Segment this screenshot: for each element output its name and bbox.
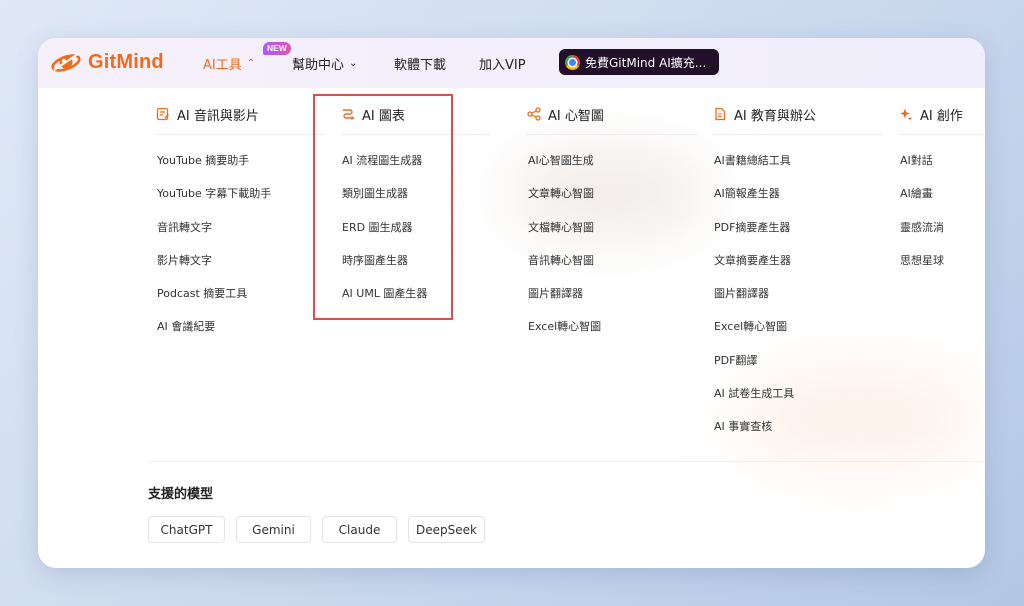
column-header: AI 心智圖 bbox=[527, 104, 697, 124]
model-chip[interactable]: ChatGPT bbox=[148, 516, 225, 543]
column-audio-video: AI 音訊與影片 YouTube 摘要助手 YouTube 字幕下載助手 音訊轉… bbox=[156, 104, 326, 333]
models-title: 支援的模型 bbox=[148, 487, 214, 502]
highlight-box bbox=[313, 94, 453, 320]
chrome-icon bbox=[565, 54, 580, 70]
column-divider bbox=[156, 134, 326, 135]
column-divider bbox=[713, 134, 883, 135]
menu-item[interactable]: Excel轉心智圖 bbox=[528, 319, 601, 352]
menu-item[interactable]: 思想星球 bbox=[900, 253, 944, 286]
nav-vip[interactable]: 加入VIP bbox=[479, 54, 526, 73]
nav-ai-tools[interactable]: AI工具 ⌃ bbox=[203, 54, 255, 73]
menu-item[interactable]: AI 事實查核 bbox=[714, 419, 794, 452]
column-header: AI 創作 bbox=[899, 104, 985, 124]
column-title: AI 音訊與影片 bbox=[177, 108, 259, 124]
column-header: AI 音訊與影片 bbox=[156, 104, 326, 124]
column-header: AI 教育與辦公 bbox=[713, 104, 883, 124]
chrome-extension-button[interactable]: 免費GitMind AI擴充... bbox=[559, 49, 719, 75]
menu-item[interactable]: 影片轉文字 bbox=[157, 253, 271, 286]
menu-item[interactable]: 文檔轉心智圖 bbox=[528, 220, 601, 253]
menu-item[interactable]: AI 試卷生成工具 bbox=[714, 386, 794, 419]
menu-item[interactable]: Excel轉心智圖 bbox=[714, 319, 794, 352]
document-icon bbox=[715, 107, 726, 121]
column-divider bbox=[899, 134, 985, 135]
nav-help-center[interactable]: 幫助中心 ⌄ bbox=[292, 54, 357, 73]
column-mindmap: AI 心智圖 AI心智圖生成 文章轉心智圖 文檔轉心智圖 音訊轉心智圖 圖片翻譯… bbox=[527, 104, 697, 333]
menu-item[interactable]: PDF摘要產生器 bbox=[714, 220, 794, 253]
new-badge: NEW bbox=[263, 42, 291, 55]
nav-ai-tools-label: AI工具 bbox=[203, 58, 242, 73]
column-creation: AI 創作 AI對話 AI繪畫 靈感流淌 思想星球 bbox=[899, 104, 985, 267]
top-nav: GitMind AI工具 ⌃ NEW 幫助中心 ⌄ 軟體下載 加入VIP 免費G… bbox=[38, 38, 985, 88]
edit-doc-icon bbox=[156, 107, 169, 121]
menu-item[interactable]: 圖片翻譯器 bbox=[714, 286, 794, 319]
sparkle-icon bbox=[900, 108, 912, 121]
chevron-up-icon: ⌃ bbox=[246, 57, 256, 69]
gitmind-logo-icon bbox=[50, 48, 84, 76]
menu-item[interactable]: AI心智圖生成 bbox=[528, 153, 601, 186]
menu-item[interactable]: Podcast 摘要工具 bbox=[157, 286, 271, 319]
dropdown-panel: GitMind AI工具 ⌃ NEW 幫助中心 ⌄ 軟體下載 加入VIP 免費G… bbox=[38, 38, 985, 568]
menu-item[interactable]: 音訊轉文字 bbox=[157, 220, 271, 253]
nav-vip-label: 加入VIP bbox=[479, 58, 526, 73]
extension-label: 免費GitMind AI擴充... bbox=[585, 55, 707, 70]
brand-name: GitMind bbox=[88, 50, 164, 73]
gitmind-logo[interactable]: GitMind bbox=[50, 48, 164, 76]
menu-item[interactable]: AI繪畫 bbox=[900, 186, 944, 219]
model-chip[interactable]: Claude bbox=[322, 516, 397, 543]
model-chip[interactable]: DeepSeek bbox=[408, 516, 485, 543]
share-nodes-icon bbox=[527, 107, 541, 121]
column-title: AI 心智圖 bbox=[548, 108, 604, 124]
menu-item[interactable]: 音訊轉心智圖 bbox=[528, 253, 601, 286]
column-title: AI 教育與辦公 bbox=[734, 108, 816, 124]
column-title: AI 創作 bbox=[920, 108, 963, 124]
menu-item[interactable]: YouTube 摘要助手 bbox=[157, 153, 271, 186]
menu-item[interactable]: YouTube 字幕下載助手 bbox=[157, 186, 271, 219]
menu-item[interactable]: AI書籍總結工具 bbox=[714, 153, 794, 186]
nav-download-label: 軟體下載 bbox=[394, 58, 447, 73]
nav-help-center-label: 幫助中心 bbox=[292, 58, 345, 73]
menu-item[interactable]: 文章摘要產生器 bbox=[714, 253, 794, 286]
menu-item[interactable]: AI 會議紀要 bbox=[157, 319, 271, 352]
models-list: ChatGPT Gemini Claude DeepSeek bbox=[148, 516, 485, 543]
menu-item[interactable]: 靈感流淌 bbox=[900, 220, 944, 253]
section-divider bbox=[148, 461, 985, 462]
chevron-down-icon: ⌄ bbox=[349, 57, 358, 69]
menu-item[interactable]: PDF翻譯 bbox=[714, 353, 794, 386]
menu-item[interactable]: 圖片翻譯器 bbox=[528, 286, 601, 319]
nav-download[interactable]: 軟體下載 bbox=[394, 54, 446, 73]
menu-item[interactable]: AI對話 bbox=[900, 153, 944, 186]
column-divider bbox=[527, 134, 697, 135]
menu-item[interactable]: 文章轉心智圖 bbox=[528, 186, 601, 219]
model-chip[interactable]: Gemini bbox=[236, 516, 311, 543]
menu-item[interactable]: AI簡報產生器 bbox=[714, 186, 794, 219]
column-education-office: AI 教育與辦公 AI書籍總結工具 AI簡報產生器 PDF摘要產生器 文章摘要產… bbox=[713, 104, 883, 433]
